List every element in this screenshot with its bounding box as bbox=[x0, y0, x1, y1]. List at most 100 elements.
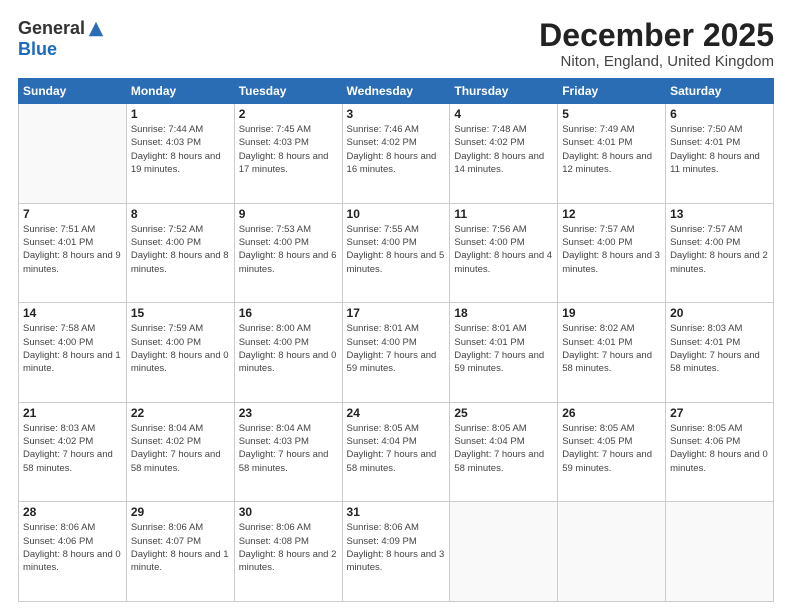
day-number: 12 bbox=[562, 207, 661, 221]
day-number: 5 bbox=[562, 107, 661, 121]
day-number: 10 bbox=[347, 207, 446, 221]
day-info: Sunrise: 7:45 AMSunset: 4:03 PMDaylight:… bbox=[239, 123, 338, 176]
day-number: 22 bbox=[131, 406, 230, 420]
calendar-cell: 29Sunrise: 8:06 AMSunset: 4:07 PMDayligh… bbox=[126, 502, 234, 602]
day-number: 17 bbox=[347, 306, 446, 320]
calendar-cell: 18 Sunrise: 8:01 AMSunset: 4:01 PMDayligh… bbox=[450, 303, 558, 403]
day-number: 23 bbox=[239, 406, 338, 420]
calendar-cell: 4 Sunrise: 7:48 AMSunset: 4:02 PMDaylight… bbox=[450, 104, 558, 204]
col-saturday: Saturday bbox=[666, 79, 774, 104]
col-friday: Friday bbox=[558, 79, 666, 104]
day-number: 11 bbox=[454, 207, 553, 221]
day-number: 20 bbox=[670, 306, 769, 320]
day-info: Sunrise: 8:06 AMSunset: 4:09 PMDaylight:… bbox=[347, 521, 446, 574]
title-block: December 2025 Niton, England, United Kin… bbox=[539, 18, 774, 70]
calendar-row: 28 Sunrise: 8:06 AMSunset: 4:06 PMDayligh… bbox=[19, 502, 774, 602]
day-info: Sunrise: 8:03 AMSunset: 4:02 PMDaylight:… bbox=[23, 422, 122, 475]
calendar-header-row: Sunday Monday Tuesday Wednesday Thursday… bbox=[19, 79, 774, 104]
day-info: Sunrise: 8:01 AMSunset: 4:01 PMDaylight:… bbox=[454, 322, 553, 375]
day-number: 27 bbox=[670, 406, 769, 420]
page: General Blue December 2025 Niton, Englan… bbox=[0, 0, 792, 612]
day-info: Sunrise: 7:57 AMSunset: 4:00 PMDaylight:… bbox=[670, 223, 769, 276]
calendar-row: 21 Sunrise: 8:03 AMSunset: 4:02 PMDayligh… bbox=[19, 402, 774, 502]
day-info: Sunrise: 7:56 AMSunset: 4:00 PMDaylight:… bbox=[454, 223, 553, 276]
day-info: Sunrise: 8:05 AMSunset: 4:04 PMDaylight:… bbox=[454, 422, 553, 475]
day-info: Sunrise: 8:05 AMSunset: 4:06 PMDaylight:… bbox=[670, 422, 769, 475]
calendar-cell: 2 Sunrise: 7:45 AMSunset: 4:03 PMDaylight… bbox=[234, 104, 342, 204]
calendar-row: 7 Sunrise: 7:51 AMSunset: 4:01 PMDaylight… bbox=[19, 203, 774, 303]
day-number: 26 bbox=[562, 406, 661, 420]
day-number: 1 bbox=[131, 107, 230, 121]
col-monday: Monday bbox=[126, 79, 234, 104]
day-info: Sunrise: 7:55 AMSunset: 4:00 PMDaylight:… bbox=[347, 223, 446, 276]
day-info: Sunrise: 7:52 AMSunset: 4:00 PMDaylight:… bbox=[131, 223, 230, 276]
day-info: Sunrise: 7:46 AMSunset: 4:02 PMDaylight:… bbox=[347, 123, 446, 176]
day-number: 28 bbox=[23, 505, 122, 519]
day-info: Sunrise: 7:50 AMSunset: 4:01 PMDaylight:… bbox=[670, 123, 769, 176]
logo-blue-text: Blue bbox=[18, 39, 57, 60]
day-number: 8 bbox=[131, 207, 230, 221]
calendar-cell: 28 Sunrise: 8:06 AMSunset: 4:06 PMDayligh… bbox=[19, 502, 127, 602]
day-number: 25 bbox=[454, 406, 553, 420]
calendar-cell: 26 Sunrise: 8:05 AMSunset: 4:05 PMDayligh… bbox=[558, 402, 666, 502]
day-info: Sunrise: 8:05 AMSunset: 4:04 PMDaylight:… bbox=[347, 422, 446, 475]
calendar-cell: 13 Sunrise: 7:57 AMSunset: 4:00 PMDayligh… bbox=[666, 203, 774, 303]
day-info: Sunrise: 8:05 AMSunset: 4:05 PMDaylight:… bbox=[562, 422, 661, 475]
calendar-cell: 22 Sunrise: 8:04 AMSunset: 4:02 PMDayligh… bbox=[126, 402, 234, 502]
day-number: 13 bbox=[670, 207, 769, 221]
day-info: Sunrise: 7:58 AMSunset: 4:00 PMDaylight:… bbox=[23, 322, 122, 375]
calendar-cell: 12Sunrise: 7:57 AMSunset: 4:00 PMDayligh… bbox=[558, 203, 666, 303]
calendar-cell: 14 Sunrise: 7:58 AMSunset: 4:00 PMDayligh… bbox=[19, 303, 127, 403]
day-info: Sunrise: 8:06 AMSunset: 4:08 PMDaylight:… bbox=[239, 521, 338, 574]
calendar-cell: 3Sunrise: 7:46 AMSunset: 4:02 PMDaylight… bbox=[342, 104, 450, 204]
day-number: 14 bbox=[23, 306, 122, 320]
calendar-cell: 20 Sunrise: 8:03 AMSunset: 4:01 PMDayligh… bbox=[666, 303, 774, 403]
day-info: Sunrise: 7:51 AMSunset: 4:01 PMDaylight:… bbox=[23, 223, 122, 276]
day-number: 15 bbox=[131, 306, 230, 320]
calendar-cell: 16 Sunrise: 8:00 AMSunset: 4:00 PMDayligh… bbox=[234, 303, 342, 403]
day-number: 7 bbox=[23, 207, 122, 221]
calendar-cell: 17 Sunrise: 8:01 AMSunset: 4:00 PMDayligh… bbox=[342, 303, 450, 403]
day-info: Sunrise: 7:44 AMSunset: 4:03 PMDaylight:… bbox=[131, 123, 230, 176]
calendar-cell: 11 Sunrise: 7:56 AMSunset: 4:00 PMDayligh… bbox=[450, 203, 558, 303]
month-title: December 2025 bbox=[539, 18, 774, 53]
calendar-cell bbox=[450, 502, 558, 602]
calendar-cell: 8 Sunrise: 7:52 AMSunset: 4:00 PMDaylight… bbox=[126, 203, 234, 303]
day-info: Sunrise: 7:59 AMSunset: 4:00 PMDaylight:… bbox=[131, 322, 230, 375]
day-number: 21 bbox=[23, 406, 122, 420]
calendar-cell bbox=[558, 502, 666, 602]
day-info: Sunrise: 8:00 AMSunset: 4:00 PMDaylight:… bbox=[239, 322, 338, 375]
day-number: 19 bbox=[562, 306, 661, 320]
calendar-cell: 31 Sunrise: 8:06 AMSunset: 4:09 PMDayligh… bbox=[342, 502, 450, 602]
day-info: Sunrise: 8:03 AMSunset: 4:01 PMDaylight:… bbox=[670, 322, 769, 375]
day-info: Sunrise: 7:49 AMSunset: 4:01 PMDaylight:… bbox=[562, 123, 661, 176]
day-info: Sunrise: 8:06 AMSunset: 4:06 PMDaylight:… bbox=[23, 521, 122, 574]
day-number: 30 bbox=[239, 505, 338, 519]
day-number: 9 bbox=[239, 207, 338, 221]
calendar-cell: 15 Sunrise: 7:59 AMSunset: 4:00 PMDayligh… bbox=[126, 303, 234, 403]
day-number: 29 bbox=[131, 505, 230, 519]
day-number: 2 bbox=[239, 107, 338, 121]
header: General Blue December 2025 Niton, Englan… bbox=[18, 18, 774, 70]
day-info: Sunrise: 8:04 AMSunset: 4:02 PMDaylight:… bbox=[131, 422, 230, 475]
logo-icon bbox=[87, 20, 105, 38]
day-info: Sunrise: 7:48 AMSunset: 4:02 PMDaylight:… bbox=[454, 123, 553, 176]
day-number: 4 bbox=[454, 107, 553, 121]
day-info: Sunrise: 8:01 AMSunset: 4:00 PMDaylight:… bbox=[347, 322, 446, 375]
calendar-cell: 21 Sunrise: 8:03 AMSunset: 4:02 PMDayligh… bbox=[19, 402, 127, 502]
calendar-cell: 9Sunrise: 7:53 AMSunset: 4:00 PMDaylight… bbox=[234, 203, 342, 303]
day-number: 18 bbox=[454, 306, 553, 320]
calendar-cell: 25 Sunrise: 8:05 AMSunset: 4:04 PMDayligh… bbox=[450, 402, 558, 502]
calendar-cell bbox=[19, 104, 127, 204]
day-number: 16 bbox=[239, 306, 338, 320]
calendar-table: Sunday Monday Tuesday Wednesday Thursday… bbox=[18, 78, 774, 602]
col-thursday: Thursday bbox=[450, 79, 558, 104]
logo: General Blue bbox=[18, 18, 105, 60]
calendar-cell: 7 Sunrise: 7:51 AMSunset: 4:01 PMDaylight… bbox=[19, 203, 127, 303]
col-wednesday: Wednesday bbox=[342, 79, 450, 104]
day-number: 31 bbox=[347, 505, 446, 519]
col-tuesday: Tuesday bbox=[234, 79, 342, 104]
day-info: Sunrise: 8:02 AMSunset: 4:01 PMDaylight:… bbox=[562, 322, 661, 375]
calendar-cell bbox=[666, 502, 774, 602]
calendar-cell: 6Sunrise: 7:50 AMSunset: 4:01 PMDaylight… bbox=[666, 104, 774, 204]
